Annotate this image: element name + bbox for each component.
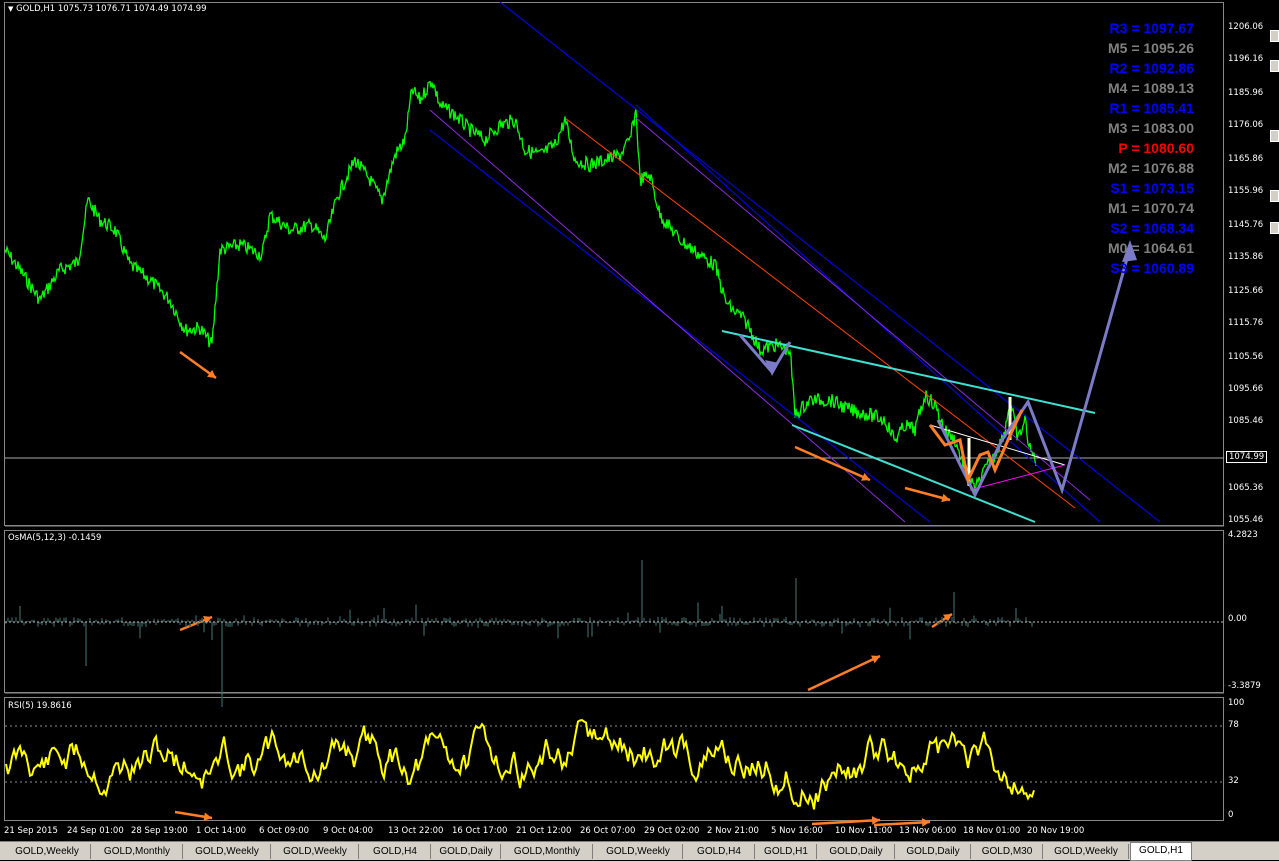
channel-mid-line [429,109,906,523]
rsi-line [5,719,1035,810]
side-panel-button[interactable] [1270,222,1279,234]
chart-tab[interactable]: GOLD,H4 [684,844,755,859]
pivot-level-label: R1 = 1085.41 [1109,100,1194,116]
price-pane-title: ▼ GOLD,H1 1075.73 1076.71 1074.49 1074.9… [8,4,207,14]
chart-tab-bar: GOLD,Weekly GOLD,Monthly GOLD,Weekly GOLD,W… [0,841,1279,861]
time-tick-label: 20 Nov 19:00 [1027,826,1085,836]
time-tick-label: 16 Oct 17:00 [452,826,508,836]
chart-tab[interactable]: GOLD,Daily [896,844,971,859]
chart-tab[interactable]: GOLD,Weekly [4,844,91,859]
channel-line-2 [635,117,1091,501]
chart-tab[interactable]: GOLD,M30 [972,844,1043,859]
current-price-label: 1074.99 [1226,451,1268,463]
wedge-upper-line [721,330,1096,414]
rsi-tick-label: 78 [1228,720,1239,730]
price-tick-label: 1135.86 [1228,252,1264,262]
pivot-level-label: M3 = 1083.00 [1107,120,1194,136]
chart-tab[interactable]: GOLD,Weekly [594,844,683,859]
time-tick-label: 21 Sep 2015 [4,826,58,836]
price-line [4,80,1037,495]
pivot-level-label: S2 = 1068.34 [1110,220,1194,236]
time-tick-label: 26 Oct 07:00 [580,826,636,836]
right-toolbar-strip [1268,0,1279,841]
time-tick-label: 6 Oct 09:00 [259,826,310,836]
price-tick-label: 1196.16 [1228,54,1264,64]
price-tick-label: 1115.76 [1228,318,1264,328]
chart-tab[interactable]: GOLD,Weekly [272,844,359,859]
chart-tab[interactable]: GOLD,H1 [756,844,817,859]
wedge-lower-line [791,424,1036,523]
pivot-level-label: S3 = 1060.89 [1110,260,1194,276]
price-tick-label: 1176.06 [1228,120,1264,130]
time-tick-label: 2 Nov 21:00 [707,826,759,836]
osma-pane-title: OsMA(5,12,3) -0.1459 [8,533,102,543]
chart-tab[interactable]: GOLD,Monthly [502,844,593,859]
pivot-level-label: R3 = 1097.67 [1109,20,1194,36]
time-tick-label: 21 Oct 12:00 [516,826,572,836]
price-tick-label: 1125.66 [1228,286,1264,296]
time-tick-label: 13 Nov 06:00 [899,826,957,836]
rsi-tick-label: 100 [1228,698,1245,708]
pivot-level-label: R2 = 1092.86 [1109,60,1194,76]
price-tick-label: 1165.86 [1228,154,1264,164]
price-tick-label: 1085.46 [1228,416,1264,426]
time-tick-label: 9 Oct 04:00 [323,826,374,836]
time-tick-label: 28 Sep 19:00 [131,826,188,836]
time-tick-label: 24 Sep 01:00 [67,826,124,836]
pivot-level-label: P = 1080.60 [1118,140,1194,156]
chart-tab[interactable]: GOLD,Monthly [92,844,183,859]
chart-tab[interactable]: GOLD,Weekly [184,844,271,859]
osma-tick-label: 4.2823 [1228,530,1258,540]
side-panel-button[interactable] [1270,130,1279,142]
pivot-level-label: M5 = 1095.26 [1107,40,1194,56]
osma-tick-label: 0.00 [1228,614,1247,624]
price-tick-label: 1105.56 [1228,352,1264,362]
chart-tab[interactable]: GOLD,Weekly [1044,844,1129,859]
osma-tick-label: -3.3879 [1228,681,1261,691]
rsi-tick-label: 0 [1228,810,1234,820]
side-panel-button[interactable] [1270,60,1279,72]
pivot-level-label: M4 = 1089.13 [1107,80,1194,96]
price-tick-label: 1065.36 [1228,483,1264,493]
tab-gold-h1-active[interactable]: GOLD,H1 [1130,842,1192,861]
annotation-arrowhead [871,816,880,825]
chart-tab[interactable]: GOLD,Daily [818,844,895,859]
price-tick-label: 1145.76 [1228,220,1264,230]
chart-tab[interactable]: GOLD,H4 [360,844,431,859]
time-tick-label: 18 Nov 01:00 [963,826,1021,836]
price-tick-label: 1155.96 [1228,186,1264,196]
rsi-pane-title: RSI(5) 19.8616 [8,701,72,711]
channel-lower-line [429,129,931,523]
price-tick-label: 1095.66 [1228,384,1264,394]
osma-histogram [5,560,1035,707]
pivot-level-label: M0 = 1064.61 [1107,240,1194,256]
time-tick-label: 5 Nov 16:00 [771,826,823,836]
time-tick-label: 29 Oct 02:00 [644,826,700,836]
annotation-arrow [807,654,881,692]
time-tick-label: 13 Oct 22:00 [388,826,444,836]
wave-path [928,409,1024,485]
annotation-arrow [873,820,931,827]
side-panel-button[interactable] [1270,190,1279,202]
price-tick-label: 1185.96 [1228,88,1264,98]
pivot-level-label: M2 = 1076.88 [1107,160,1194,176]
rsi-tick-label: 32 [1228,776,1239,786]
price-tick-label: 1055.46 [1228,515,1264,525]
price-tick-label: 1206.06 [1228,22,1264,32]
time-tick-label: 10 Nov 11:00 [835,826,893,836]
annotation-arrow [811,818,881,826]
pivot-level-label: M1 = 1070.74 [1107,200,1194,216]
chart-tab[interactable]: GOLD,Daily [432,844,501,859]
side-panel-button[interactable] [1270,30,1279,42]
pivot-level-label: S1 = 1073.15 [1110,180,1194,196]
time-tick-label: 1 Oct 14:00 [196,826,247,836]
